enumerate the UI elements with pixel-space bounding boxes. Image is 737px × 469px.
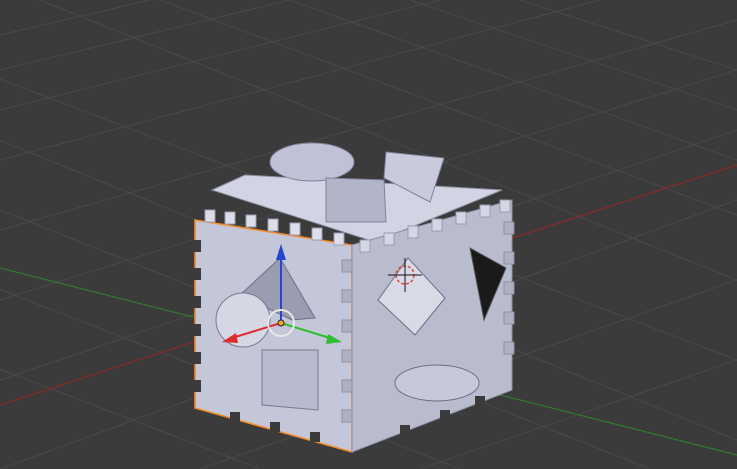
top-ellipse-peg[interactable] — [269, 142, 355, 182]
scene-canvas[interactable] — [0, 0, 737, 469]
front-square-peg[interactable] — [261, 349, 319, 411]
cube-right-face[interactable] — [351, 199, 513, 453]
shape-sorter-cube[interactable] — [193, 142, 515, 454]
top-square-peg[interactable] — [325, 177, 387, 223]
3d-viewport[interactable] — [0, 0, 737, 469]
right-ellipse-hole[interactable] — [394, 364, 480, 402]
object-origin-dot — [277, 319, 285, 327]
front-circle-peg[interactable] — [215, 292, 271, 348]
